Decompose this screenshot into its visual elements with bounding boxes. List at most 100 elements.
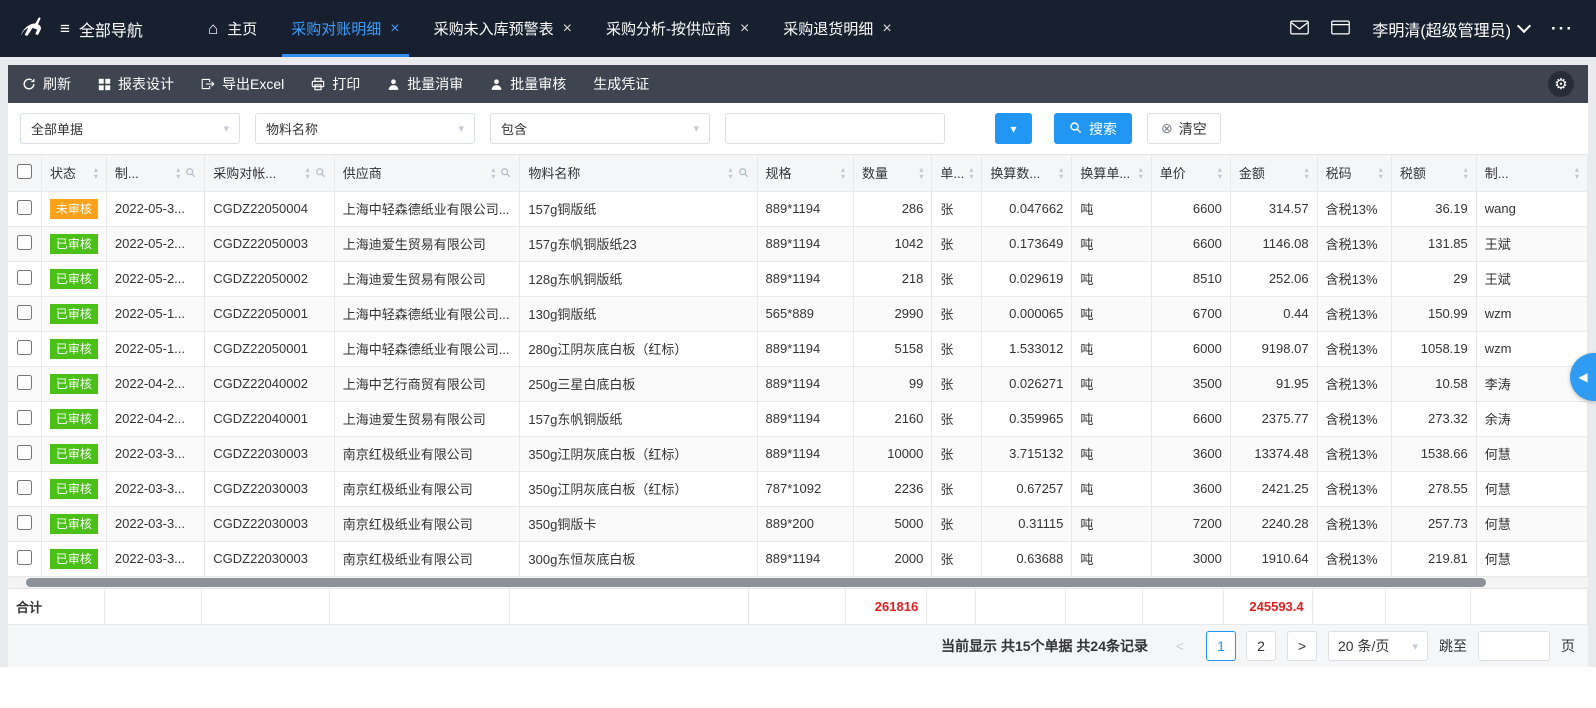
column-header-amount[interactable]: 金额▴▾ (1230, 155, 1317, 191)
table-row[interactable]: 已审核2022-03-3...CGDZ22030003南京红极纸业有限公司350… (8, 436, 1588, 471)
row-checkbox[interactable] (17, 515, 32, 530)
table-row[interactable]: 已审核2022-05-1...CGDZ22050001上海中轻森德纸业有限公司.… (8, 296, 1588, 331)
advanced-filter-button[interactable]: ▾ (995, 113, 1032, 144)
sort-icon[interactable]: ▴▾ (1575, 166, 1579, 180)
workspace-button[interactable] (1331, 20, 1350, 38)
toolbar-button-0[interactable]: 刷新 (22, 74, 71, 94)
table-row[interactable]: 已审核2022-04-2...CGDZ22040001上海迪爱生贸易有限公司15… (8, 401, 1588, 436)
app-logo[interactable] (0, 0, 60, 57)
jump-page-input[interactable] (1478, 631, 1550, 661)
table-row[interactable]: 已审核2022-05-1...CGDZ22050001上海中轻森德纸业有限公司.… (8, 331, 1588, 366)
more-button[interactable]: ··· (1551, 19, 1574, 39)
row-checkbox[interactable] (17, 480, 32, 495)
top-navbar: ≡ 全部导航 ⌂主页采购对账明细×采购未入库预警表×采购分析-按供应商×采购退货… (0, 0, 1596, 57)
page-button-1[interactable]: 1 (1206, 631, 1236, 661)
clear-button[interactable]: ⊗ 清空 (1147, 113, 1221, 144)
match-operator-select[interactable]: 包含 ▾ (490, 113, 710, 144)
total-empty-cell (330, 589, 510, 625)
tab-close-icon[interactable]: × (563, 20, 572, 38)
tab-1[interactable]: 采购对账明细× (274, 0, 416, 57)
column-search-icon[interactable] (500, 167, 511, 178)
chevron-down-icon: ▾ (458, 122, 464, 135)
horizontal-scrollbar[interactable] (8, 577, 1588, 589)
column-header-tax_code[interactable]: 税码▴▾ (1317, 155, 1391, 191)
column-header-qty[interactable]: 数量▴▾ (854, 155, 932, 191)
sort-icon[interactable]: ▴▾ (969, 166, 973, 180)
table-row[interactable]: 未审核2022-05-3...CGDZ22050004上海中轻森德纸业有限公司.… (8, 191, 1588, 226)
doc-type-select[interactable]: 全部单据 ▾ (20, 113, 240, 144)
column-header-material[interactable]: 物料名称▴▾ (520, 155, 757, 191)
toolbar-button-5[interactable]: 批量审核 (490, 74, 566, 94)
tab-2[interactable]: 采购未入库预警表× (417, 0, 589, 57)
toolbar-button-6[interactable]: 生成凭证 (593, 74, 649, 94)
sort-icon[interactable]: ▴▾ (1218, 166, 1222, 180)
column-header-doc[interactable]: 采购对帐...▴▾ (205, 155, 334, 191)
column-header-supplier[interactable]: 供应商▴▾ (334, 155, 520, 191)
sort-icon[interactable]: ▴▾ (1305, 166, 1309, 180)
sort-icon[interactable]: ▴▾ (919, 166, 923, 180)
prev-page-button[interactable]: < (1165, 631, 1195, 661)
row-checkbox[interactable] (17, 550, 32, 565)
column-header-tax[interactable]: 税额▴▾ (1391, 155, 1476, 191)
row-checkbox[interactable] (17, 445, 32, 460)
search-button[interactable]: 搜索 (1054, 113, 1132, 144)
column-header-price[interactable]: 单价▴▾ (1151, 155, 1230, 191)
search-field-select[interactable]: 物料名称 ▾ (255, 113, 475, 144)
sort-icon[interactable]: ▴▾ (841, 166, 845, 180)
row-checkbox[interactable] (17, 375, 32, 390)
sort-icon[interactable]: ▴▾ (306, 166, 310, 180)
column-header-unit[interactable]: 单...▴▾ (932, 155, 982, 191)
column-header-status[interactable]: 状态▴▾ (41, 155, 106, 191)
table-row[interactable]: 已审核2022-03-3...CGDZ22030003南京红极纸业有限公司350… (8, 506, 1588, 541)
column-header-date[interactable]: 制...▴▾ (106, 155, 204, 191)
nav-all-button[interactable]: ≡ 全部导航 (60, 17, 143, 41)
toolbar-button-1[interactable]: 报表设计 (98, 74, 174, 94)
column-header-spec[interactable]: 规格▴▾ (757, 155, 854, 191)
column-search-icon[interactable] (738, 167, 749, 178)
row-checkbox[interactable] (17, 200, 32, 215)
user-menu[interactable]: 李明清(超级管理员) (1372, 17, 1529, 41)
row-checkbox[interactable] (17, 410, 32, 425)
keyword-input[interactable] (725, 113, 945, 144)
tab-close-icon[interactable]: × (882, 20, 891, 38)
column-header-conv_unit[interactable]: 换算单...▴▾ (1072, 155, 1151, 191)
sort-icon[interactable]: ▴▾ (729, 166, 733, 180)
column-header-maker[interactable]: 制...▴▾ (1476, 155, 1587, 191)
row-checkbox[interactable] (17, 270, 32, 285)
scrollbar-thumb[interactable] (26, 578, 1486, 587)
table-row[interactable]: 已审核2022-03-3...CGDZ22030003南京红极纸业有限公司350… (8, 471, 1588, 506)
sort-icon[interactable]: ▴▾ (1464, 166, 1468, 180)
tab-3[interactable]: 采购分析-按供应商× (589, 0, 766, 57)
table-row[interactable]: 已审核2022-05-2...CGDZ22050003上海迪爱生贸易有限公司15… (8, 226, 1588, 261)
sort-icon[interactable]: ▴▾ (1139, 166, 1143, 180)
tab-close-icon[interactable]: × (740, 20, 749, 38)
cell-tax: 36.19 (1391, 191, 1476, 226)
cell-price: 6000 (1151, 331, 1230, 366)
table-row[interactable]: 已审核2022-03-3...CGDZ22030003南京红极纸业有限公司300… (8, 541, 1588, 576)
row-checkbox[interactable] (17, 305, 32, 320)
toolbar-button-4[interactable]: 批量消审 (387, 74, 463, 94)
next-page-button[interactable]: > (1287, 631, 1317, 661)
row-checkbox[interactable] (17, 235, 32, 250)
page-size-select[interactable]: 20 条/页 ▾ (1328, 631, 1428, 661)
column-search-icon[interactable] (315, 167, 326, 178)
mail-button[interactable] (1290, 20, 1309, 38)
page-button-2[interactable]: 2 (1246, 631, 1276, 661)
sort-icon[interactable]: ▴▾ (491, 166, 495, 180)
sort-icon[interactable]: ▴▾ (94, 166, 98, 180)
table-row[interactable]: 已审核2022-04-2...CGDZ22040002上海中艺行商贸有限公司25… (8, 366, 1588, 401)
tab-4[interactable]: 采购退货明细× (766, 0, 908, 57)
column-search-icon[interactable] (185, 167, 196, 178)
sort-icon[interactable]: ▴▾ (1379, 166, 1383, 180)
row-checkbox[interactable] (17, 340, 32, 355)
sort-icon[interactable]: ▴▾ (176, 166, 180, 180)
tab-close-icon[interactable]: × (390, 20, 399, 38)
toolbar-button-3[interactable]: 打印 (311, 74, 360, 94)
select-all-checkbox[interactable] (17, 164, 32, 179)
table-row[interactable]: 已审核2022-05-2...CGDZ22050002上海迪爱生贸易有限公司12… (8, 261, 1588, 296)
sort-icon[interactable]: ▴▾ (1059, 166, 1063, 180)
toolbar-button-2[interactable]: 导出Excel (201, 74, 284, 94)
settings-gear-button[interactable]: ⚙ (1548, 71, 1574, 97)
tab-0[interactable]: ⌂主页 (191, 0, 274, 57)
column-header-conv_qty[interactable]: 换算数...▴▾ (982, 155, 1072, 191)
